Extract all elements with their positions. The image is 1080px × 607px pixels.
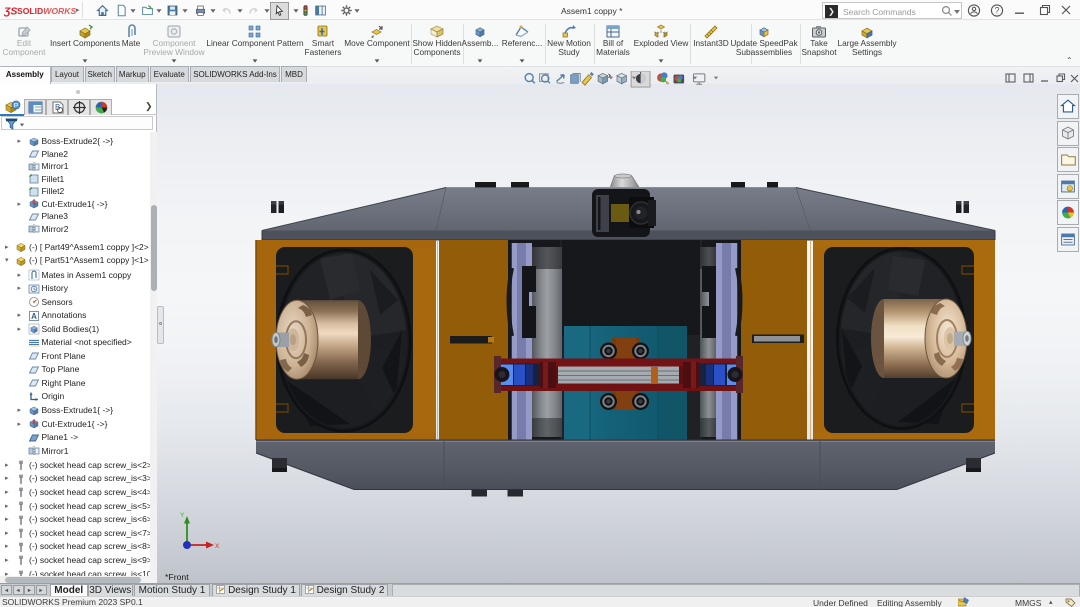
svg-text:?: ? (994, 6, 999, 16)
svg-text:SOLIDWORKS: SOLIDWORKS (17, 6, 76, 16)
svg-text:A: A (31, 312, 37, 321)
svg-text:ƷS: ƷS (4, 6, 17, 18)
svg-text:X: X (215, 543, 220, 550)
svg-text:P: P (14, 102, 18, 109)
svg-text:Y: Y (180, 512, 185, 519)
